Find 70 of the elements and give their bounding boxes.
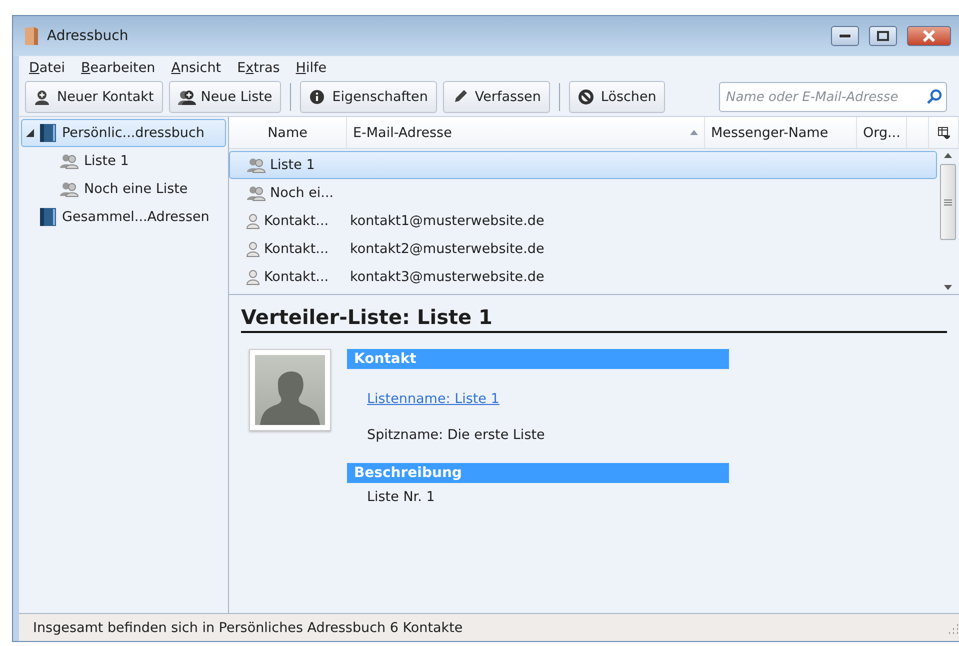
scroll-down-icon[interactable] [944,285,952,290]
name-cell: Kontakt... [230,269,344,285]
people-icon [246,185,266,201]
email-cell-text: kontakt1@musterwebsite.de [349,213,546,229]
people-icon [59,181,79,197]
sidebar-item-label: Gesammel...Adressen [62,209,210,225]
scroll-thumb[interactable] [940,164,956,240]
window-title: Adressbuch [47,28,130,44]
detail-text: Spitzname: Die erste Liste [367,427,545,443]
section-heading: Beschreibung [347,463,729,483]
book-icon [39,123,57,143]
sidebar-item[interactable]: Noch eine Liste [21,175,226,203]
sidebar-item-label: Persönlic...dressbuch [62,125,204,141]
scroll-up-icon[interactable] [944,153,952,158]
people-icon [59,153,79,169]
toolbar-button[interactable]: Löschen [568,81,666,113]
name-cell: Kontakt... [230,241,344,257]
menu-item[interactable]: Ansicht [171,60,222,76]
email-cell-text: kontakt2@musterwebsite.de [349,241,546,257]
search-icon[interactable] [926,89,942,105]
menu-item[interactable]: Datei [29,60,66,76]
toolbar-button[interactable]: Verfassen [442,81,550,113]
detail-title: Verteiler-Liste: Liste 1 [241,305,947,333]
sidebar-item[interactable]: Gesammel...Adressen [21,203,226,231]
column-header[interactable]: Messenger-Name [705,117,857,148]
name-cell: Liste 1 [230,157,344,173]
sort-arrow-icon [690,130,698,135]
sidebar-item-label: Noch eine Liste [84,181,188,197]
table-row[interactable]: Liste 1 [229,151,937,179]
column-header[interactable]: Org... [857,117,908,148]
close-icon [922,30,936,42]
list-name-link[interactable]: Listenname: Liste 1 [367,391,500,407]
table-row[interactable]: Noch ei... [229,179,937,207]
name-cell: Kontakt... [230,213,344,229]
sidebar-item-label: Liste 1 [84,153,129,169]
sidebar-item[interactable]: Persönlic...dressbuch [21,119,226,147]
menu-item[interactable]: Bearbeiten [81,60,156,76]
people-icon [246,157,266,173]
menu-item[interactable]: Hilfe [296,60,326,76]
table-row[interactable]: Kontakt... kontakt1@musterwebsite.de [229,207,937,235]
minimize-button[interactable] [831,26,859,46]
column-header[interactable]: Name [229,117,347,148]
section-heading: Kontakt [347,349,729,369]
menu-item[interactable]: Extras [237,60,280,76]
person-icon [246,269,260,285]
table-row[interactable]: Kontakt... kontakt2@musterwebsite.de [229,235,937,263]
status-text: Insgesamt befinden sich in Persönliches Adressbuch 6 Kontakte [33,620,464,636]
toolbar-button[interactable]: Eigenschaften [300,81,437,113]
close-button[interactable] [907,26,951,46]
column-header[interactable]: E-Mail-Adresse [347,117,705,148]
email-cell-text: kontakt3@musterwebsite.de [349,269,546,285]
name-cell: Noch ei... [230,185,344,201]
maximize-icon [877,31,889,41]
table-row[interactable]: Kontakt... kontakt3@musterwebsite.de [229,263,937,291]
person-add-icon [34,89,52,105]
detail-text: Liste Nr. 1 [367,489,435,505]
expand-arrow-icon[interactable] [26,129,34,137]
group-add-icon [178,89,196,105]
prohibited-icon [578,89,596,105]
sidebar-item[interactable]: Liste 1 [21,147,226,175]
maximize-button[interactable] [869,26,897,46]
toolbar-button[interactable]: Neue Liste [168,81,282,113]
column-picker-icon [938,126,950,138]
search-field[interactable]: Name oder E-Mail-Adresse [719,82,947,112]
person-icon [246,241,260,257]
book-icon [39,207,57,227]
minimize-icon [839,34,851,38]
book-icon [23,26,39,46]
toolbar-button[interactable]: Neuer Kontakt [25,81,163,113]
person-icon [246,213,260,229]
